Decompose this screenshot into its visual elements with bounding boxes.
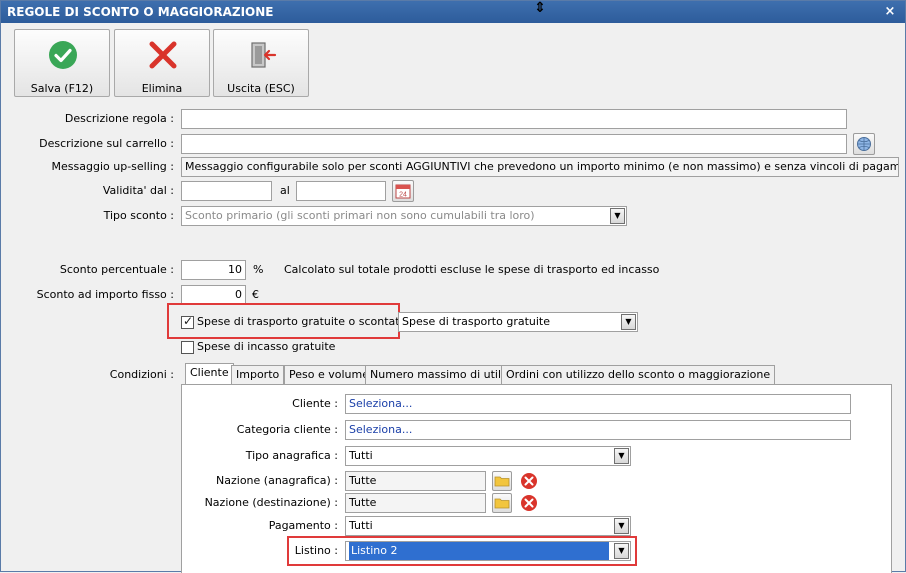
calendar-day: 24 [399,192,407,199]
nazione-destinazione-field: Tutte [345,493,486,513]
exit-button-label: Uscita (ESC) [227,82,295,95]
delete-button[interactable]: Elimina [114,29,210,97]
exit-button[interactable]: Uscita (ESC) [213,29,309,97]
title-bar: REGOLE DI SCONTO O MAGGIORAZIONE ⇕ × [1,0,905,23]
percent-unit: % [253,263,264,276]
globe-icon [857,137,871,151]
tipo-anagrafica-select[interactable]: Tutti ▼ [345,446,631,466]
categoria-cliente-selector[interactable]: Seleziona... [345,420,851,440]
dialog-window: REGOLE DI SCONTO O MAGGIORAZIONE ⇕ × Sal… [0,0,906,573]
condizioni-label: Condizioni : [109,368,174,381]
nazione-anagrafica-clear-icon[interactable] [520,472,538,490]
listino-label: Listino : [294,544,338,557]
cliente-selector[interactable]: Seleziona... [345,394,851,414]
chevron-down-icon: ▼ [614,518,629,534]
close-window-button[interactable]: × [883,1,897,23]
pagamento-value: Tutti [349,519,373,532]
checkmark-icon [49,41,77,69]
tab-numero-utilizzi[interactable]: Numero massimo di utilizzi [365,365,524,384]
tab-importo[interactable]: Importo [231,365,285,384]
tipo-anagrafica-value: Tutti [349,449,373,462]
delete-button-label: Elimina [141,82,183,95]
sconto-importo-input[interactable]: 0 [181,285,246,305]
spese-trasporto-value: Spese di trasporto gratuite [402,315,551,328]
listino-select[interactable]: Listino 2 ▼ [345,541,631,561]
save-button-label: Salva (F12) [30,82,94,95]
descrizione-carrello-input[interactable] [181,134,847,154]
spese-trasporto-label: Spese di trasporto gratuite o scontate [197,315,407,328]
spese-trasporto-select[interactable]: Spese di trasporto gratuite ▼ [398,312,638,332]
sconto-percentuale-input[interactable]: 10 [181,260,246,280]
resize-cursor-icon: ⇕ [534,0,546,16]
nazione-anagrafica-field: Tutte [345,471,486,491]
folder-icon [494,476,510,487]
exit-door-icon [251,42,277,68]
listino-value: Listino 2 [349,542,609,560]
tipo-sconto-label: Tipo sconto : [103,209,174,222]
spese-trasporto-checkbox[interactable]: ✓ [181,314,194,329]
pagamento-select[interactable]: Tutti ▼ [345,516,631,536]
spese-incasso-label: Spese di incasso gratuite [197,340,336,353]
chevron-down-icon: ▼ [614,543,629,559]
cliente-label: Cliente : [292,397,338,410]
nazione-destinazione-browse-button[interactable] [492,493,512,513]
language-button[interactable] [853,133,875,155]
chevron-down-icon: ▼ [614,448,629,464]
validita-dal-label: Validita' dal : [102,184,174,197]
sconto-percentuale-note: Calcolato sul totale prodotti escluse le… [284,263,660,276]
pagamento-label: Pagamento : [268,519,338,532]
categoria-cliente-label: Categoria cliente : [236,423,338,436]
nazione-anagrafica-label: Nazione (anagrafica) : [216,474,338,487]
sconto-importo-label: Sconto ad importo fisso : [36,288,174,301]
validita-al-label: al [280,184,290,197]
descrizione-carrello-label: Descrizione sul carrello : [39,137,174,150]
chevron-down-icon: ▼ [610,208,625,224]
tab-cliente[interactable]: Cliente [185,363,234,384]
sconto-percentuale-label: Sconto percentuale : [59,263,174,276]
nazione-destinazione-clear-icon[interactable] [520,494,538,512]
euro-unit: € [252,288,259,301]
chevron-down-icon: ▼ [621,314,636,330]
spese-incasso-checkbox[interactable] [181,341,194,354]
tipo-sconto-value: Sconto primario (gli sconti primari non … [185,209,535,222]
messaggio-upselling-field: Messaggio configurabile solo per sconti … [181,157,899,177]
messaggio-upselling-label: Messaggio up-selling : [51,160,174,173]
descrizione-regola-label: Descrizione regola : [64,112,174,125]
validita-al-input[interactable] [296,181,386,201]
checkmark-icon: ✓ [183,314,194,328]
folder-icon [494,498,510,509]
nazione-anagrafica-browse-button[interactable] [492,471,512,491]
calendar-icon: 24 [395,184,411,199]
tab-ordini-utilizzo[interactable]: Ordini con utilizzo dello sconto o maggi… [501,365,776,384]
tipo-anagrafica-label: Tipo anagrafica : [245,449,338,462]
calendar-button[interactable]: 24 [392,180,414,202]
window-title: REGOLE DI SCONTO O MAGGIORAZIONE [7,5,274,19]
tab-peso-volume[interactable]: Peso e volume [284,365,374,384]
tipo-sconto-select[interactable]: Sconto primario (gli sconti primari non … [181,206,627,226]
save-button[interactable]: Salva (F12) [14,29,110,97]
validita-dal-input[interactable] [181,181,272,201]
nazione-destinazione-label: Nazione (destinazione) : [204,496,338,509]
delete-x-icon [149,41,177,69]
descrizione-regola-input[interactable] [181,109,847,129]
